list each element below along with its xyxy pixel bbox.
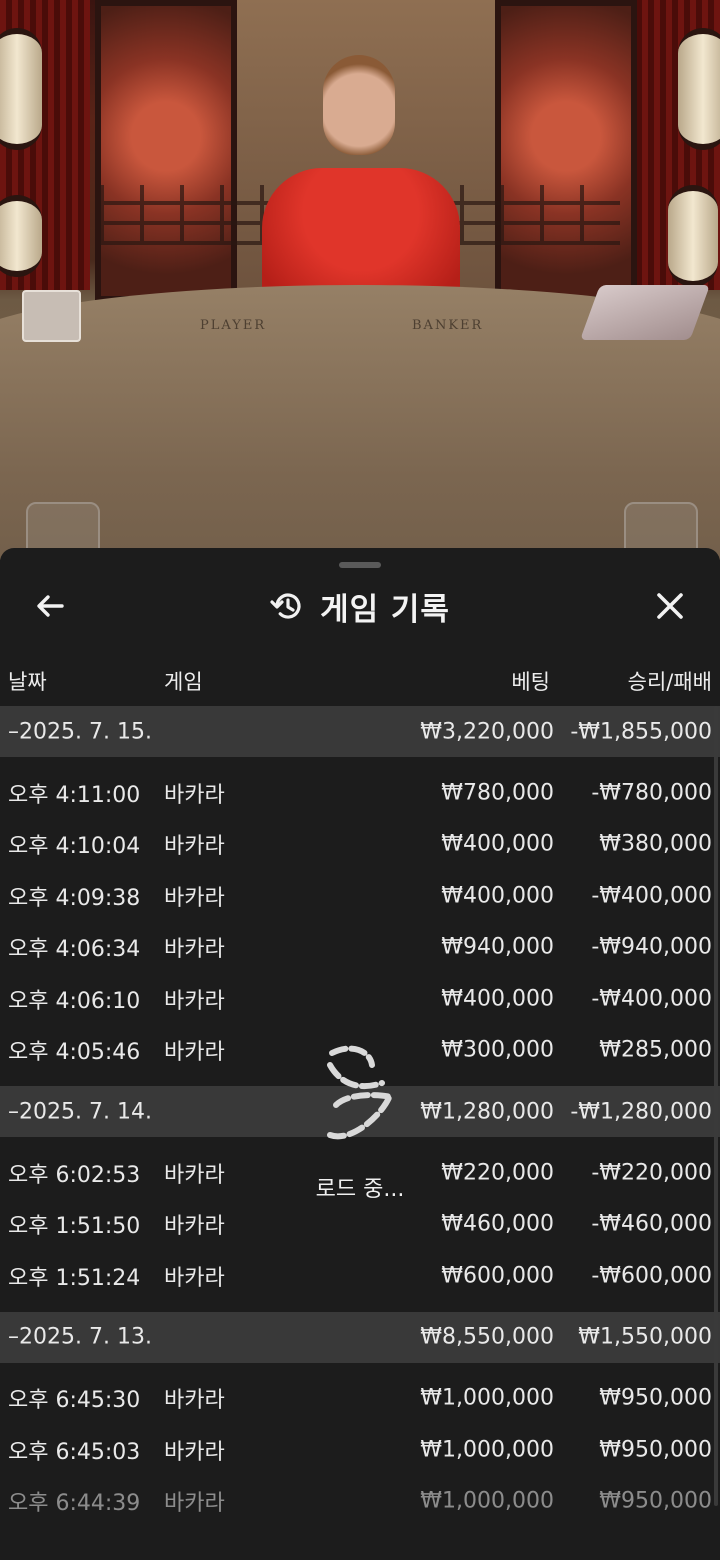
group-date: –2025. 7. 14. [8,1099,152,1124]
row-win-loss: -₩460,000 [591,1211,712,1237]
group-win-loss-total: ₩1,550,000 [578,1324,712,1350]
game-history-sheet: 게임 기록 날짜 게임 베팅 승리/패배 –2025. 7. 15. ₩3,22… [0,548,720,1560]
row-time: 오후 4:09:38 [8,885,141,911]
drag-handle[interactable] [339,562,381,568]
date-group-row[interactable]: –2025. 7. 13. ₩8,550,000 ₩1,550,000 [0,1311,720,1363]
group-win-loss-total: -₩1,855,000 [570,719,712,744]
row-win-loss: -₩400,000 [591,883,712,909]
lantern [668,185,718,287]
history-row[interactable]: 오후 6:44:39 바카라 ₩1,000,000 ₩950,000 [0,1476,720,1528]
row-game: 바카라 [164,1439,225,1465]
row-win-loss: -₩220,000 [591,1160,712,1186]
lantern [678,28,720,150]
row-win-loss: -₩940,000 [591,934,712,960]
group-date: –2025. 7. 13. [8,1324,152,1350]
close-icon [657,593,683,619]
sheet-header: 게임 기록 [0,570,720,640]
row-bet: ₩300,000 [441,1037,554,1063]
live-dealer-video: PLAYER BANKER [0,0,720,560]
row-game: 바카라 [164,885,225,911]
row-time: 오후 1:51:24 [8,1265,141,1291]
row-game: 바카라 [164,834,225,860]
group-bet-total: ₩8,550,000 [420,1324,554,1350]
row-game: 바카라 [164,1265,225,1291]
title-group: 게임 기록 [0,582,720,630]
history-row[interactable]: 오후 6:45:03 바카라 ₩1,000,000 ₩950,000 [0,1424,720,1476]
row-game: 바카라 [164,1388,225,1414]
row-win-loss: ₩285,000 [599,1037,712,1063]
row-game: 바카라 [164,1491,225,1517]
row-time: 오후 4:05:46 [8,1040,141,1066]
row-win-loss: ₩380,000 [599,831,712,857]
row-time: 오후 6:45:30 [8,1388,141,1414]
lantern [0,195,42,277]
column-game: 게임 [164,670,203,694]
lantern [0,28,42,150]
table-label-player: PLAYER [200,318,267,333]
row-time: 오후 1:51:50 [8,1214,141,1240]
row-bet: ₩220,000 [441,1160,554,1186]
row-bet: ₩600,000 [441,1263,554,1289]
history-row[interactable]: 오후 4:06:34 바카라 ₩940,000 -₩940,000 [0,922,720,974]
row-game: 바카라 [164,937,225,963]
row-bet: ₩400,000 [441,883,554,909]
row-bet: ₩940,000 [441,934,554,960]
row-bet: ₩1,000,000 [420,1437,554,1463]
row-win-loss: ₩950,000 [599,1385,712,1411]
history-row[interactable]: 오후 1:51:24 바카라 ₩600,000 -₩600,000 [0,1250,720,1302]
history-row[interactable]: 오후 6:45:30 바카라 ₩1,000,000 ₩950,000 [0,1373,720,1425]
blossom-panel [95,0,237,302]
blossom-panel [495,0,637,302]
sheet-title: 게임 기록 [320,591,450,628]
close-button[interactable] [646,582,694,630]
row-game: 바카라 [164,988,225,1014]
row-win-loss: ₩950,000 [599,1437,712,1463]
card-shoe [22,290,81,342]
row-time: 오후 6:44:39 [8,1491,141,1517]
row-win-loss: -₩400,000 [591,986,712,1012]
dealer-head [323,55,395,155]
row-win-loss: ₩950,000 [599,1488,712,1514]
history-row[interactable]: 오후 4:09:38 바카라 ₩400,000 -₩400,000 [0,870,720,922]
card-tray [579,285,711,340]
row-game: 바카라 [164,1040,225,1066]
loading-text: 로드 중... [315,1177,405,1202]
row-time: 오후 4:06:34 [8,937,141,963]
group-win-loss-total: -₩1,280,000 [570,1099,712,1124]
column-bet: 베팅 [511,670,550,694]
history-icon [270,593,301,619]
history-row[interactable]: 오후 4:10:04 바카라 ₩400,000 ₩380,000 [0,819,720,871]
column-win-loss: 승리/패배 [627,670,712,694]
group-bet-total: ₩3,220,000 [420,719,554,744]
row-game: 바카라 [164,782,225,808]
history-row[interactable]: 오후 4:06:10 바카라 ₩400,000 -₩400,000 [0,973,720,1025]
row-bet: ₩780,000 [441,780,554,806]
row-time: 오후 4:06:10 [8,988,141,1014]
row-game: 바카라 [164,1214,225,1240]
scrollbar[interactable] [714,706,718,1506]
row-bet: ₩1,000,000 [420,1385,554,1411]
row-bet: ₩460,000 [441,1211,554,1237]
row-win-loss: -₩600,000 [591,1263,712,1289]
loading-spinner-icon [327,1045,395,1140]
row-time: 오후 6:02:53 [8,1162,141,1188]
history-row[interactable]: 오후 4:11:00 바카라 ₩780,000 -₩780,000 [0,767,720,819]
column-date: 날짜 [8,670,47,694]
loading-indicator: 로드 중... [300,1043,420,1213]
table-label-banker: BANKER [412,318,484,333]
row-bet: ₩1,000,000 [420,1488,554,1514]
date-group-row[interactable]: –2025. 7. 15. ₩3,220,000 -₩1,855,000 [0,706,720,757]
row-win-loss: -₩780,000 [591,780,712,806]
group-date: –2025. 7. 15. [8,719,152,744]
row-bet: ₩400,000 [441,831,554,857]
group-bet-total: ₩1,280,000 [420,1099,554,1124]
row-time: 오후 4:11:00 [8,782,141,808]
column-headers: 날짜 게임 베팅 승리/패배 [0,656,720,700]
row-time: 오후 6:45:03 [8,1439,141,1465]
row-time: 오후 4:10:04 [8,834,141,860]
row-bet: ₩400,000 [441,986,554,1012]
row-game: 바카라 [164,1162,225,1188]
